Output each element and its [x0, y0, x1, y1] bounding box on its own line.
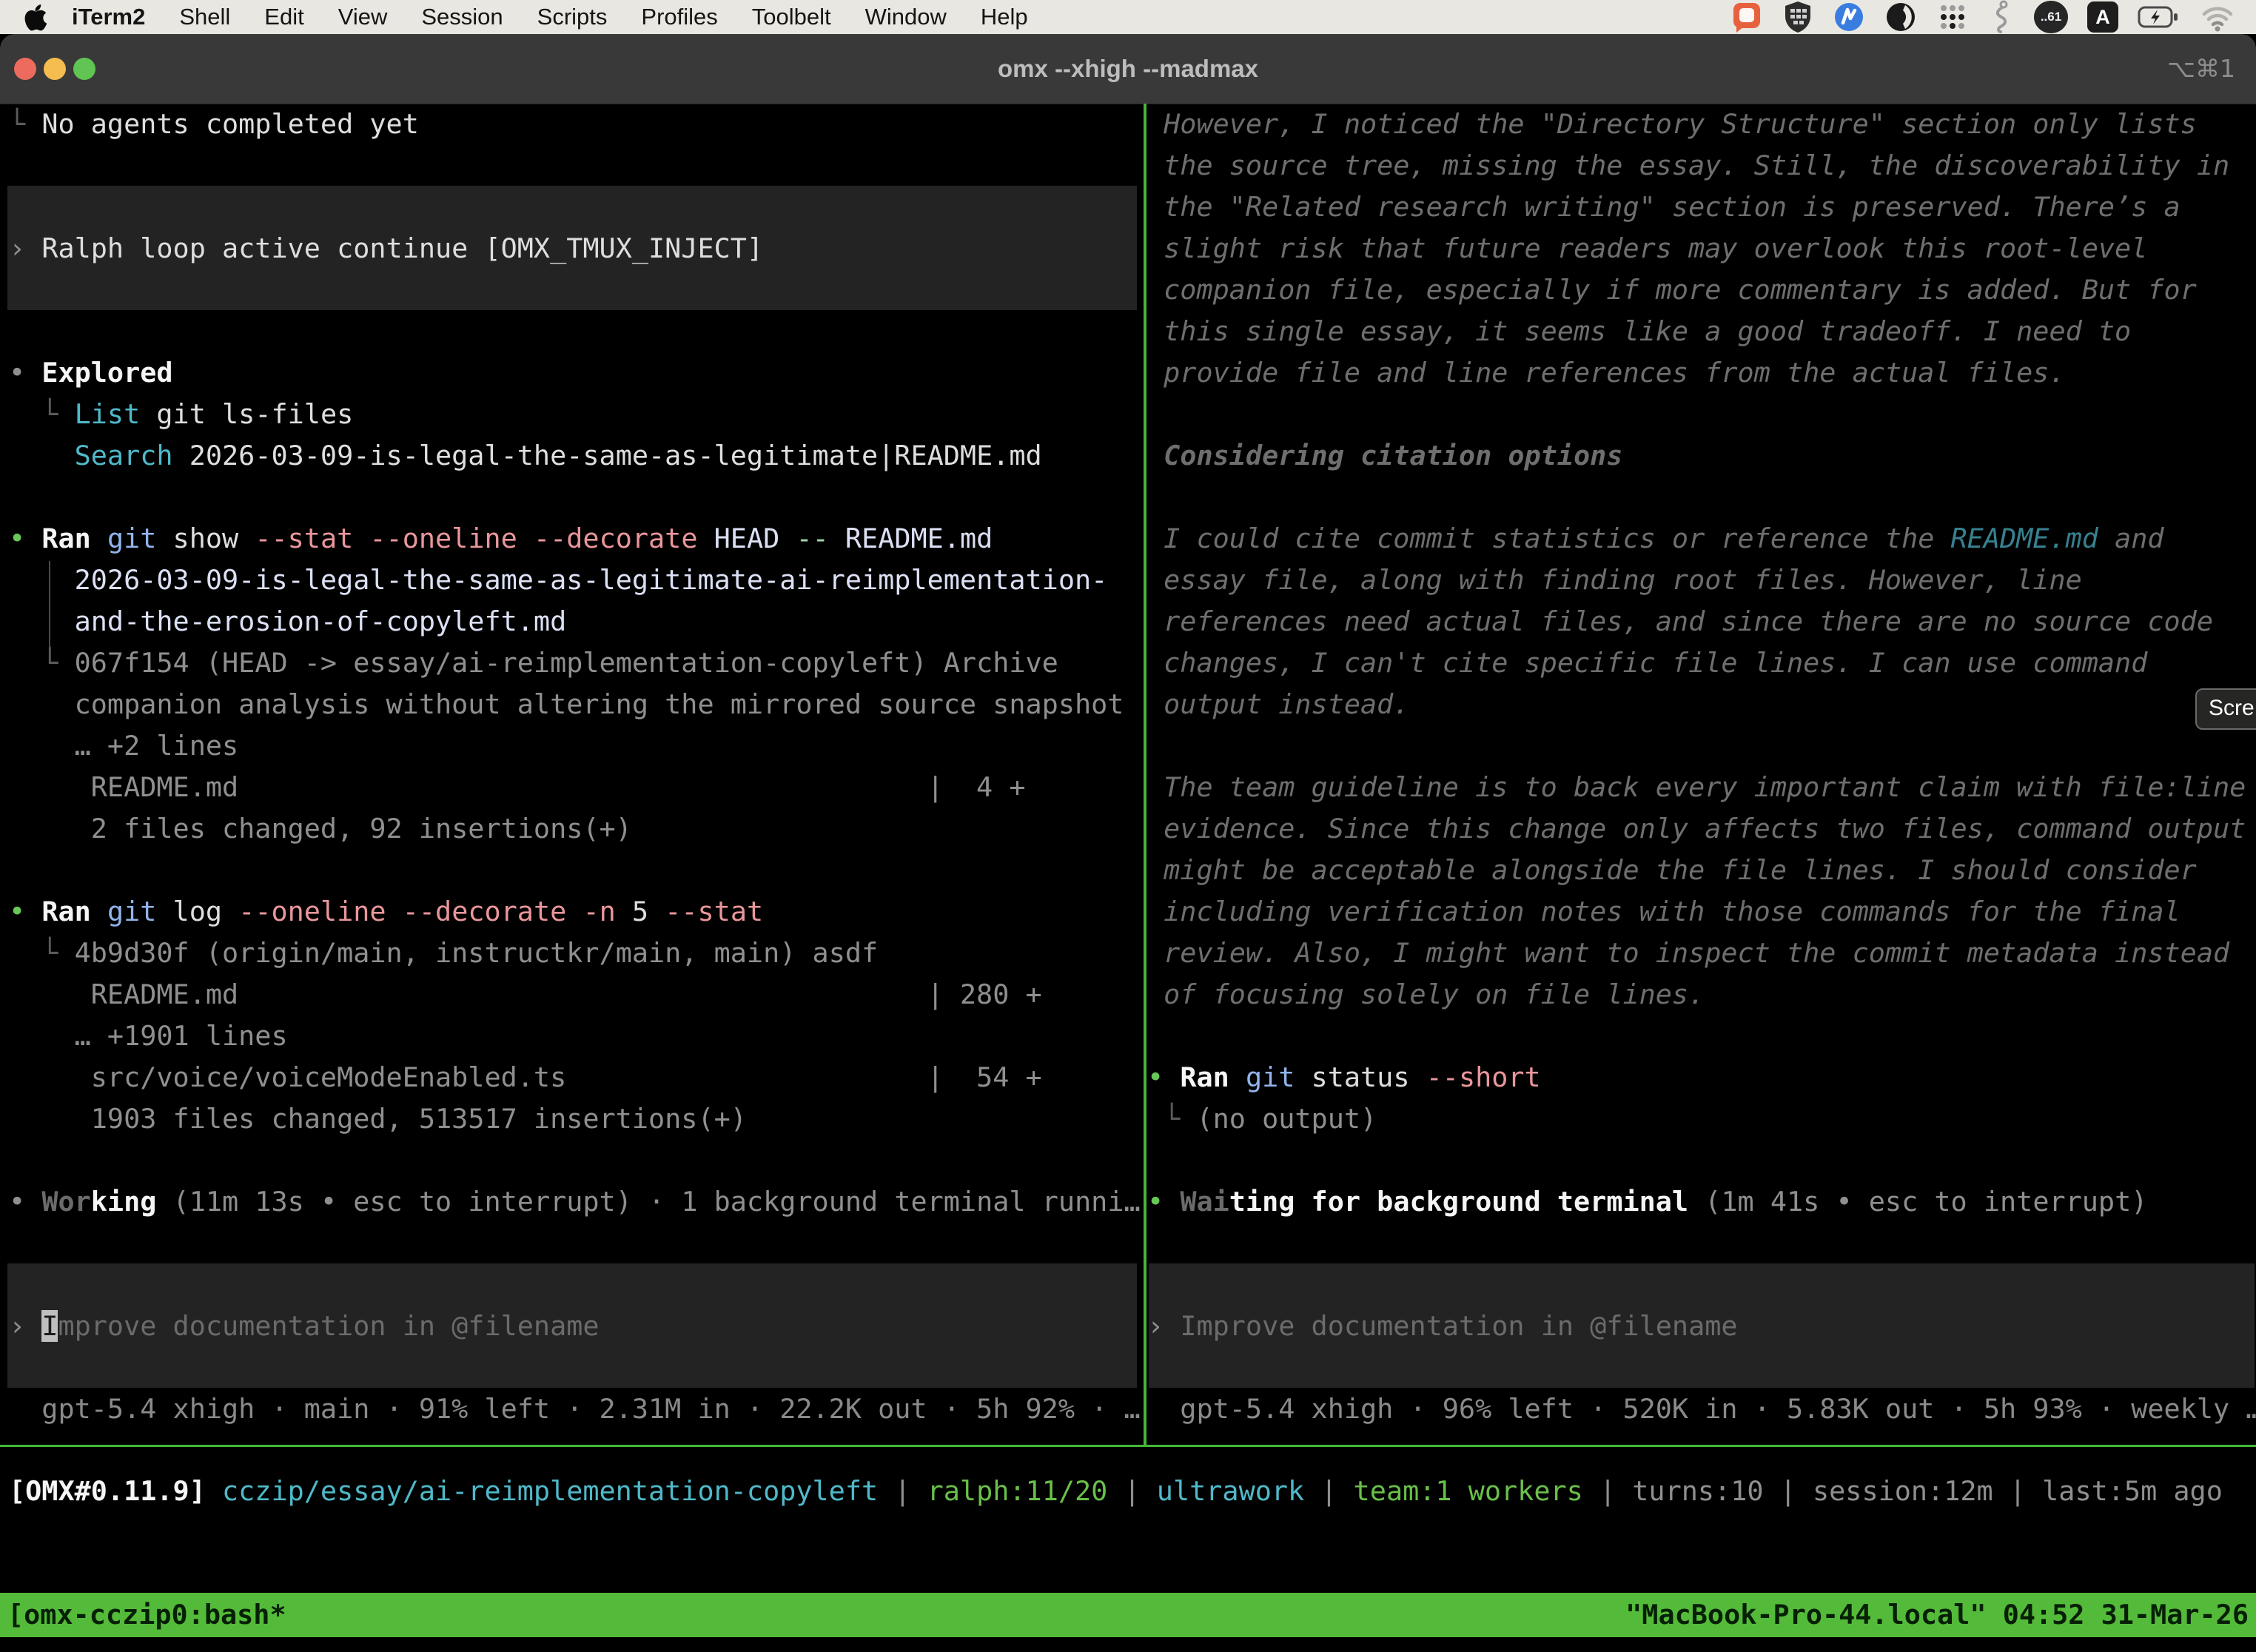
- menu-item-iterm2[interactable]: iTerm2: [55, 4, 162, 30]
- menu-item-profiles[interactable]: Profiles: [624, 4, 734, 30]
- terminal-line: Considering citation options: [1147, 435, 1622, 477]
- terminal-line: evidence. Since this change only affects…: [1147, 808, 2246, 850]
- terminal-line: gpt-5.4 xhigh · main · 91% left · 2.31M …: [0, 1389, 1141, 1430]
- usage-meter-icon[interactable]: ..61: [2034, 1, 2068, 33]
- terminal-line: might be acceptable alongside the file l…: [1147, 850, 2197, 891]
- blue-pinwheel-icon[interactable]: [1833, 1, 1865, 33]
- left-pane[interactable]: › Ralph loop active continue [OMX_TMUX_I…: [0, 104, 1138, 1447]
- terminal-line: └ 067f154 (HEAD -> essay/ai-reimplementa…: [0, 642, 1058, 684]
- menu-items: iTerm2ShellEditViewSessionScriptsProfile…: [55, 4, 1045, 30]
- terminal-line: of focusing solely on file lines.: [1147, 974, 1705, 1015]
- terminal-line: README.md | 4 +: [0, 767, 1026, 808]
- terminal-line: slight risk that future readers may over…: [1147, 228, 2147, 269]
- wifi-icon[interactable]: [2200, 2, 2235, 32]
- terminal-line: └ No agents completed yet: [0, 104, 419, 145]
- terminal-line: › Ralph loop active continue [OMX_TMUX_I…: [0, 228, 763, 269]
- terminal-line: companion analysis without altering the …: [0, 684, 1124, 725]
- tmux-status-bar: [omx-cczip0:bash* "MacBook-Pro-44.local"…: [0, 1593, 2256, 1637]
- pane-bottom-border: [0, 1445, 2256, 1447]
- menu-item-view[interactable]: View: [321, 4, 405, 30]
- terminal-line: • Ran git log --oneline --decorate -n 5 …: [0, 891, 763, 933]
- terminal-line: review. Also, I might want to inspect th…: [1147, 933, 2229, 974]
- menu-item-window[interactable]: Window: [848, 4, 964, 30]
- terminal-line: gpt-5.4 xhigh · 96% left · 520K in · 5.8…: [1147, 1389, 2256, 1430]
- titlebar[interactable]: omx --xhigh --madmax ⌥⌘1: [0, 34, 2256, 104]
- tmux-session-label[interactable]: [omx-cczip0:bash*: [7, 1593, 286, 1637]
- terminal-line: • Explored: [0, 352, 173, 394]
- squiggle-icon[interactable]: [1988, 0, 2015, 34]
- terminal-line: output instead.: [1147, 684, 1409, 725]
- terminal-line: companion file, especially if more comme…: [1147, 269, 2197, 311]
- terminal-line: └ 4b9d30f (origin/main, instructkr/main,…: [0, 933, 878, 974]
- terminal-line: └ List git ls-files: [0, 394, 353, 435]
- terminal-line: • Working (11m 13s • esc to interrupt) ·…: [0, 1181, 1141, 1223]
- menu-item-scripts[interactable]: Scripts: [520, 4, 625, 30]
- terminal-line: └ (no output): [1147, 1098, 1377, 1140]
- terminal-line: including verification notes with those …: [1147, 891, 2181, 933]
- terminal-line: › Improve documentation in @filename: [1147, 1306, 1738, 1347]
- menu-item-edit[interactable]: Edit: [247, 4, 320, 30]
- terminal-line: this single essay, it seems like a good …: [1147, 311, 2131, 352]
- terminal-line: However, I noticed the "Directory Struct…: [1147, 104, 2197, 145]
- screen-overlay-button[interactable]: Scre: [2195, 688, 2256, 730]
- terminal-line: … +2 lines: [0, 725, 238, 767]
- terminal-line: Search 2026-03-09-is-legal-the-same-as-l…: [0, 435, 1042, 477]
- terminal-content: › Ralph loop active continue [OMX_TMUX_I…: [0, 104, 2256, 1447]
- menubar-status-icons: ..61 A: [1730, 0, 2235, 34]
- tree-connector-line: [49, 561, 50, 648]
- window-shortcut-badge: ⌥⌘1: [2167, 34, 2235, 104]
- terminal-line: the "Related research writing" section i…: [1147, 187, 2181, 228]
- shield-icon[interactable]: [1782, 0, 1813, 34]
- terminal-line: README.md | 280 +: [0, 974, 1042, 1015]
- menubar: iTerm2ShellEditViewSessionScriptsProfile…: [0, 0, 2256, 34]
- terminal-line: 1903 files changed, 513517 insertions(+): [0, 1098, 747, 1140]
- terminal-line: essay file, along with finding root file…: [1147, 560, 2082, 601]
- terminal-line: and-the-erosion-of-copyleft.md: [0, 601, 566, 642]
- terminal-line: • Waiting for background terminal (1m 41…: [1147, 1181, 2147, 1223]
- tmux-host-time-label: "MacBook-Pro-44.local" 04:52 31-Mar-26: [1625, 1593, 2249, 1637]
- menu-item-toolbelt[interactable]: Toolbelt: [735, 4, 848, 30]
- chat-bubble-icon[interactable]: [1730, 0, 1763, 34]
- menu-item-session[interactable]: Session: [404, 4, 520, 30]
- terminal-line: src/voice/voiceModeEnabled.ts | 54 +: [0, 1057, 1042, 1098]
- input-source-icon[interactable]: A: [2087, 1, 2118, 33]
- terminal-line: I could cite commit statistics or refere…: [1147, 518, 2164, 560]
- terminal-line: the source tree, missing the essay. Stil…: [1147, 145, 2229, 187]
- terminal-line: references need actual files, and since …: [1147, 601, 2213, 642]
- terminal-line: • Ran git status --short: [1147, 1057, 1541, 1098]
- apple-menu-icon[interactable]: [22, 2, 47, 32]
- terminal-line: • Ran git show --stat --oneline --decora…: [0, 518, 993, 560]
- terminal-line: 2 files changed, 92 insertions(+): [0, 808, 632, 850]
- terminal-line: provide file and line references from th…: [1147, 352, 2066, 394]
- terminal-line: changes, I can't cite specific file line…: [1147, 642, 2147, 684]
- omx-status-bar: [OMX#0.11.9] cczip/essay/ai-reimplementa…: [0, 1470, 2256, 1513]
- terminal-window: omx --xhigh --madmax ⌥⌘1 › Ralph loop ac…: [0, 34, 2256, 1652]
- window-title: omx --xhigh --madmax: [0, 34, 2256, 104]
- dots-grid-icon[interactable]: [1936, 1, 1969, 33]
- pane-divider[interactable]: [1144, 104, 1147, 1447]
- terminal-line: … +1901 lines: [0, 1015, 288, 1057]
- right-pane[interactable]: › Improve documentation in @filename How…: [1147, 104, 2256, 1447]
- battery-icon: [2138, 4, 2181, 30]
- dark-pie-icon[interactable]: [1884, 1, 1917, 33]
- terminal-line: 2026-03-09-is-legal-the-same-as-legitima…: [0, 560, 1107, 601]
- menu-item-help[interactable]: Help: [964, 4, 1045, 30]
- terminal-line: › Improve documentation in @filename: [0, 1306, 600, 1347]
- menu-item-shell[interactable]: Shell: [162, 4, 247, 30]
- terminal-line: The team guideline is to back every impo…: [1147, 767, 2246, 808]
